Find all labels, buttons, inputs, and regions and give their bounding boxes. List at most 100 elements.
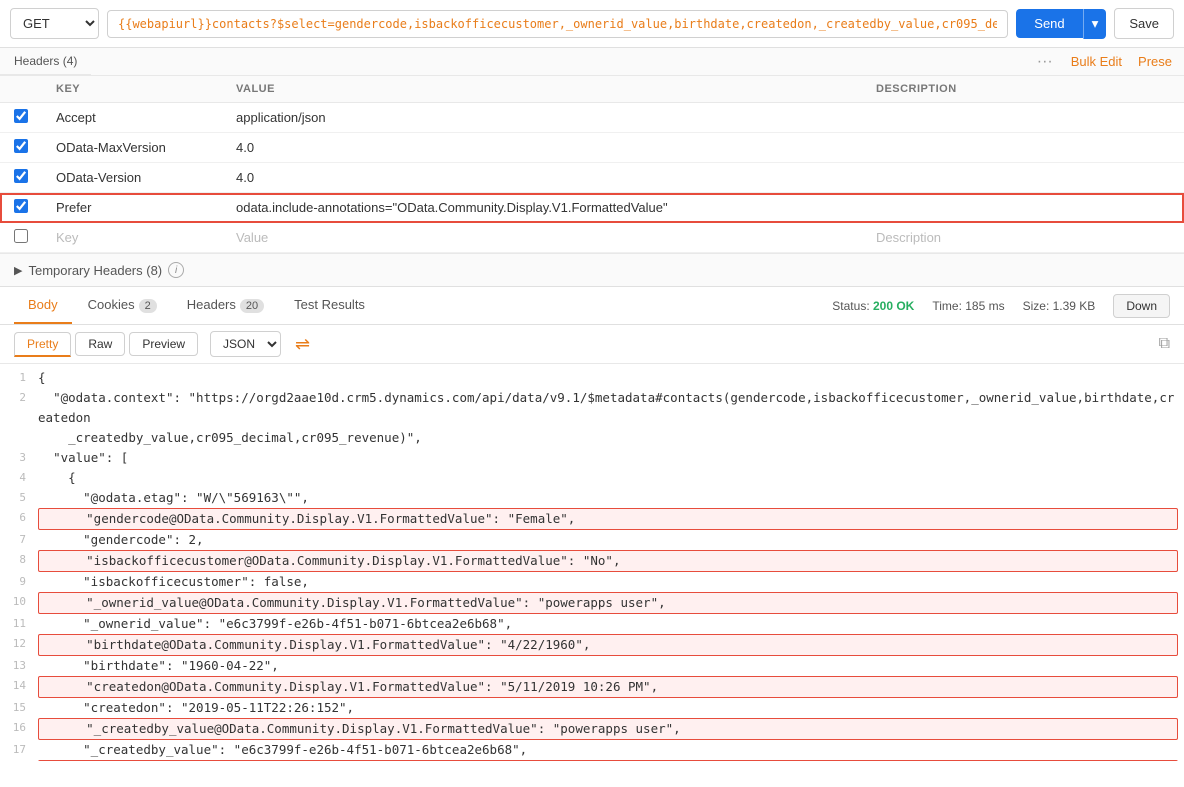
highlighted-line: "gendercode@OData.Community.Display.V1.F… — [38, 508, 1178, 530]
line-number: 18 — [6, 760, 38, 761]
tab-body[interactable]: Body — [14, 287, 72, 324]
header-row: OData-Version4.0 — [0, 163, 1184, 193]
copy-icon[interactable]: ⧉ — [1159, 335, 1170, 353]
header-checkbox[interactable] — [14, 109, 28, 123]
send-button[interactable]: Send — [1016, 9, 1082, 38]
desc-placeholder: Description — [876, 230, 941, 245]
temp-headers-label: Temporary Headers (8) — [28, 263, 162, 278]
json-viewer[interactable]: 1{2 "@odata.context": "https://orgd2aae1… — [0, 364, 1184, 761]
highlighted-line: "createdon@OData.Community.Display.V1.Fo… — [38, 676, 1178, 698]
line-content: "@odata.etag": "W/\"569163\"", — [38, 488, 1178, 508]
header-row: Key Value Description — [0, 223, 1184, 253]
line-content: "_createdby_value": "e6c3799f-e26b-4f51-… — [38, 740, 1178, 760]
header-checkbox[interactable] — [14, 199, 28, 213]
json-line: 12 "birthdate@OData.Community.Display.V1… — [0, 634, 1184, 656]
line-content: "value": [ — [38, 448, 1178, 468]
line-number: 6 — [6, 508, 38, 527]
json-line: 1{ — [0, 368, 1184, 388]
temporary-headers-row[interactable]: ▶ Temporary Headers (8) i — [0, 253, 1184, 286]
line-number: 17 — [6, 740, 38, 759]
highlighted-line: "birthdate@OData.Community.Display.V1.Fo… — [38, 634, 1178, 656]
json-line: 10 "_ownerid_value@OData.Community.Displ… — [0, 592, 1184, 614]
expand-arrow-icon: ▶ — [14, 264, 22, 277]
header-key: Prefer — [42, 193, 222, 223]
line-number: 7 — [6, 530, 38, 549]
line-content: "isbackofficecustomer@OData.Community.Di… — [38, 550, 1178, 572]
tab-badge: 2 — [139, 299, 157, 313]
header-checkbox[interactable] — [14, 169, 28, 183]
size-value: 1.39 KB — [1053, 299, 1096, 313]
description-column-header: DESCRIPTION — [862, 76, 1184, 103]
json-line: 2 "@odata.context": "https://orgd2aae10d… — [0, 388, 1184, 428]
tab-badge: 20 — [240, 299, 264, 313]
value-placeholder: Value — [236, 230, 268, 245]
tab-test-results[interactable]: Test Results — [280, 287, 379, 324]
preview-button[interactable]: Preview — [129, 332, 198, 356]
line-number: 3 — [6, 448, 38, 467]
header-value: odata.include-annotations="OData.Communi… — [222, 193, 862, 223]
header-key: Key — [42, 223, 222, 253]
value-column-header: VALUE — [222, 76, 862, 103]
json-line: 3 "value": [ — [0, 448, 1184, 468]
line-number: 5 — [6, 488, 38, 507]
line-number — [6, 428, 38, 429]
json-line: 17 "_createdby_value": "e6c3799f-e26b-4f… — [0, 740, 1184, 760]
line-content: "isbackofficecustomer": false, — [38, 572, 1178, 592]
header-key: Accept — [42, 103, 222, 133]
header-row: Preferodata.include-annotations="OData.C… — [0, 193, 1184, 223]
method-select[interactable]: GET POST PUT PATCH DELETE — [10, 8, 99, 39]
send-dropdown-button[interactable]: ▾ — [1083, 9, 1107, 39]
headers-section: Headers (4) ··· Bulk Edit Prese KEY VALU… — [0, 48, 1184, 287]
header-checkbox[interactable] — [14, 229, 28, 243]
status-bar: Status: 200 OK Time: 185 ms Size: 1.39 K… — [832, 294, 1170, 318]
json-line: 13 "birthdate": "1960-04-22", — [0, 656, 1184, 676]
tab-cookies[interactable]: Cookies2 — [74, 287, 171, 324]
header-key: OData-Version — [42, 163, 222, 193]
line-content: _createdby_value,cr095_decimal,cr095_rev… — [38, 428, 1178, 448]
header-value: application/json — [222, 103, 862, 133]
line-content: "createdon": "2019-05-11T22:26:152", — [38, 698, 1178, 718]
json-line: _createdby_value,cr095_decimal,cr095_rev… — [0, 428, 1184, 448]
raw-button[interactable]: Raw — [75, 332, 125, 356]
header-description — [862, 103, 1184, 133]
line-content: "gendercode": 2, — [38, 530, 1178, 550]
line-content: "_createdby_value@OData.Community.Displa… — [38, 718, 1178, 740]
wrap-icon[interactable]: ⇌ — [295, 334, 310, 355]
line-number: 1 — [6, 368, 38, 387]
header-row: OData-MaxVersion4.0 — [0, 133, 1184, 163]
header-description — [862, 163, 1184, 193]
json-line: 15 "createdon": "2019-05-11T22:26:152", — [0, 698, 1184, 718]
preset-button[interactable]: Prese — [1138, 54, 1172, 69]
pretty-button[interactable]: Pretty — [14, 332, 71, 357]
header-description: Description — [862, 223, 1184, 253]
line-content: "@odata.context": "https://orgd2aae10d.c… — [38, 388, 1178, 428]
download-button[interactable]: Down — [1113, 294, 1170, 318]
json-line: 11 "_ownerid_value": "e6c3799f-e26b-4f51… — [0, 614, 1184, 634]
header-checkbox[interactable] — [14, 139, 28, 153]
header-value: 4.0 — [222, 163, 862, 193]
key-placeholder: Key — [56, 230, 78, 245]
body-toolbar: Pretty Raw Preview JSON XML HTML Text ⇌ … — [0, 325, 1184, 364]
url-input[interactable] — [107, 10, 1008, 38]
save-button[interactable]: Save — [1114, 8, 1174, 39]
line-content: "gendercode@OData.Community.Display.V1.F… — [38, 508, 1178, 530]
line-content: { — [38, 468, 1178, 488]
line-content: "cr095_decimal@OData.Community.Display.V… — [38, 760, 1178, 761]
json-line: 4 { — [0, 468, 1184, 488]
json-line: 16 "_createdby_value@OData.Community.Dis… — [0, 718, 1184, 740]
json-line: 9 "isbackofficecustomer": false, — [0, 572, 1184, 592]
info-icon[interactable]: i — [168, 262, 184, 278]
tabs-bar: BodyCookies2Headers20Test Results Status… — [0, 287, 1184, 325]
line-number: 12 — [6, 634, 38, 653]
headers-table: KEY VALUE DESCRIPTION Acceptapplication/… — [0, 76, 1184, 253]
json-line: 5 "@odata.etag": "W/\"569163\"", — [0, 488, 1184, 508]
format-select[interactable]: JSON XML HTML Text — [210, 331, 281, 357]
size-label: Size: 1.39 KB — [1023, 299, 1096, 313]
more-options-icon[interactable]: ··· — [1037, 53, 1053, 71]
line-content: "birthdate": "1960-04-22", — [38, 656, 1178, 676]
header-value: 4.0 — [222, 133, 862, 163]
line-content: "_ownerid_value": "e6c3799f-e26b-4f51-b0… — [38, 614, 1178, 634]
bulk-edit-button[interactable]: Bulk Edit — [1071, 54, 1122, 69]
tab-headers[interactable]: Headers20 — [173, 287, 278, 324]
line-number: 15 — [6, 698, 38, 717]
